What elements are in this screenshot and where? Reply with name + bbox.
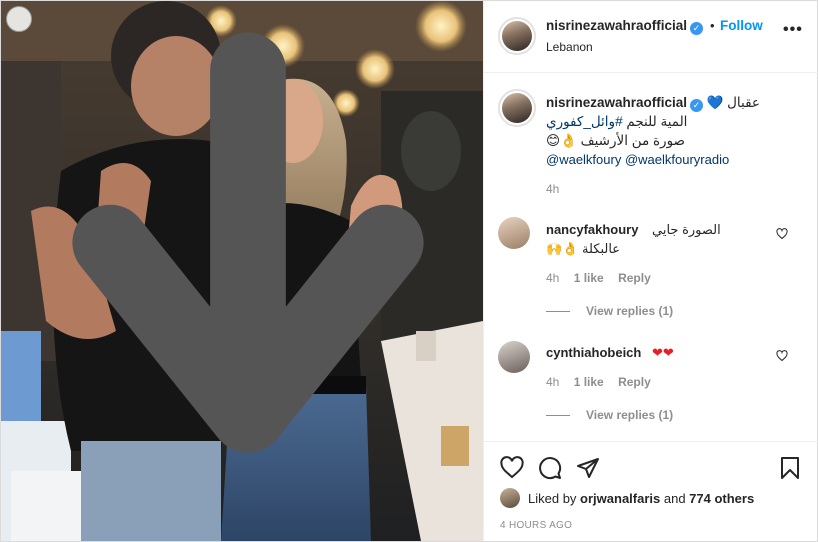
commenter-avatar[interactable] bbox=[498, 341, 530, 373]
comment-likes[interactable]: 1 like bbox=[574, 375, 604, 389]
hashtag-link[interactable]: #وائل_كفوري bbox=[546, 114, 623, 129]
action-bar bbox=[484, 441, 818, 491]
follow-button[interactable]: Follow bbox=[720, 18, 763, 33]
caption-time: 4h bbox=[546, 182, 560, 196]
caption-mentions[interactable]: @waelkfoury @waelkfouryradio bbox=[546, 152, 729, 167]
comment-text: الصورة جايي bbox=[652, 222, 721, 237]
caption-line-1: عقبال 💙 bbox=[706, 95, 760, 110]
view-replies-button[interactable]: View replies (1) bbox=[546, 304, 673, 318]
small-heart-icon[interactable] bbox=[776, 228, 788, 243]
reply-button[interactable]: Reply bbox=[618, 271, 651, 285]
share-icon[interactable] bbox=[576, 456, 600, 480]
verified-badge-icon: ✓ bbox=[690, 99, 704, 112]
comment-icon[interactable] bbox=[538, 456, 562, 480]
post-header: nisrinezawahraofficial ✓ • Follow Lebanon… bbox=[484, 1, 818, 73]
caption-line-3: صورة من الأرشيف 👌😊 bbox=[546, 133, 686, 148]
separator-dot: • bbox=[710, 18, 715, 33]
comment-time: 4h bbox=[546, 271, 560, 285]
post-timestamp: 4 HOURS AGO bbox=[500, 520, 573, 531]
comment-meta: 4h 1 like Reply bbox=[546, 271, 662, 285]
comment-text: عالبكلة 👌🙌 bbox=[546, 241, 621, 256]
likes-text: Liked by orjwanalfaris and 774 others bbox=[528, 491, 755, 506]
likes-others-link[interactable]: 774 others bbox=[689, 491, 754, 506]
liker-username[interactable]: orjwanalfaris bbox=[580, 491, 660, 506]
reply-button[interactable]: Reply bbox=[618, 375, 651, 389]
author-username[interactable]: nisrinezawahraofficial ✓ bbox=[546, 18, 704, 35]
likes-summary: Liked by orjwanalfaris and 774 others bbox=[500, 487, 810, 509]
comment-text: ❤❤ bbox=[652, 345, 674, 360]
comment-username[interactable]: nancyfakhoury bbox=[546, 222, 638, 237]
comment-likes[interactable]: 1 like bbox=[574, 271, 604, 285]
caption-username[interactable]: nisrinezawahraofficial ✓ bbox=[546, 95, 704, 112]
commenter-avatar[interactable] bbox=[498, 217, 530, 249]
caption-avatar[interactable] bbox=[498, 89, 536, 127]
heart-outline-icon[interactable] bbox=[500, 456, 524, 480]
comment-username[interactable]: cynthiahobeich bbox=[546, 345, 641, 360]
author-avatar[interactable] bbox=[498, 17, 536, 55]
view-replies-button[interactable]: View replies (1) bbox=[546, 408, 673, 422]
comment-time: 4h bbox=[546, 375, 560, 389]
caption-line-2: المية للنجم #وائل_كفوري bbox=[546, 114, 688, 129]
bookmark-icon[interactable] bbox=[778, 456, 802, 480]
small-heart-icon[interactable] bbox=[776, 350, 788, 365]
verified-badge-icon: ✓ bbox=[690, 22, 704, 35]
comment-meta: 4h 1 like Reply bbox=[546, 375, 662, 389]
post-photo[interactable] bbox=[1, 1, 483, 541]
liker-avatar[interactable] bbox=[500, 488, 520, 508]
post-side-panel: nisrinezawahraofficial ✓ • Follow Lebanon… bbox=[483, 1, 818, 541]
download-icon[interactable] bbox=[6, 6, 424, 453]
location-link[interactable]: Lebanon bbox=[546, 40, 593, 54]
instagram-post: nisrinezawahraofficial ✓ • Follow Lebanon… bbox=[0, 0, 818, 542]
more-options-icon[interactable]: ••• bbox=[783, 21, 803, 39]
